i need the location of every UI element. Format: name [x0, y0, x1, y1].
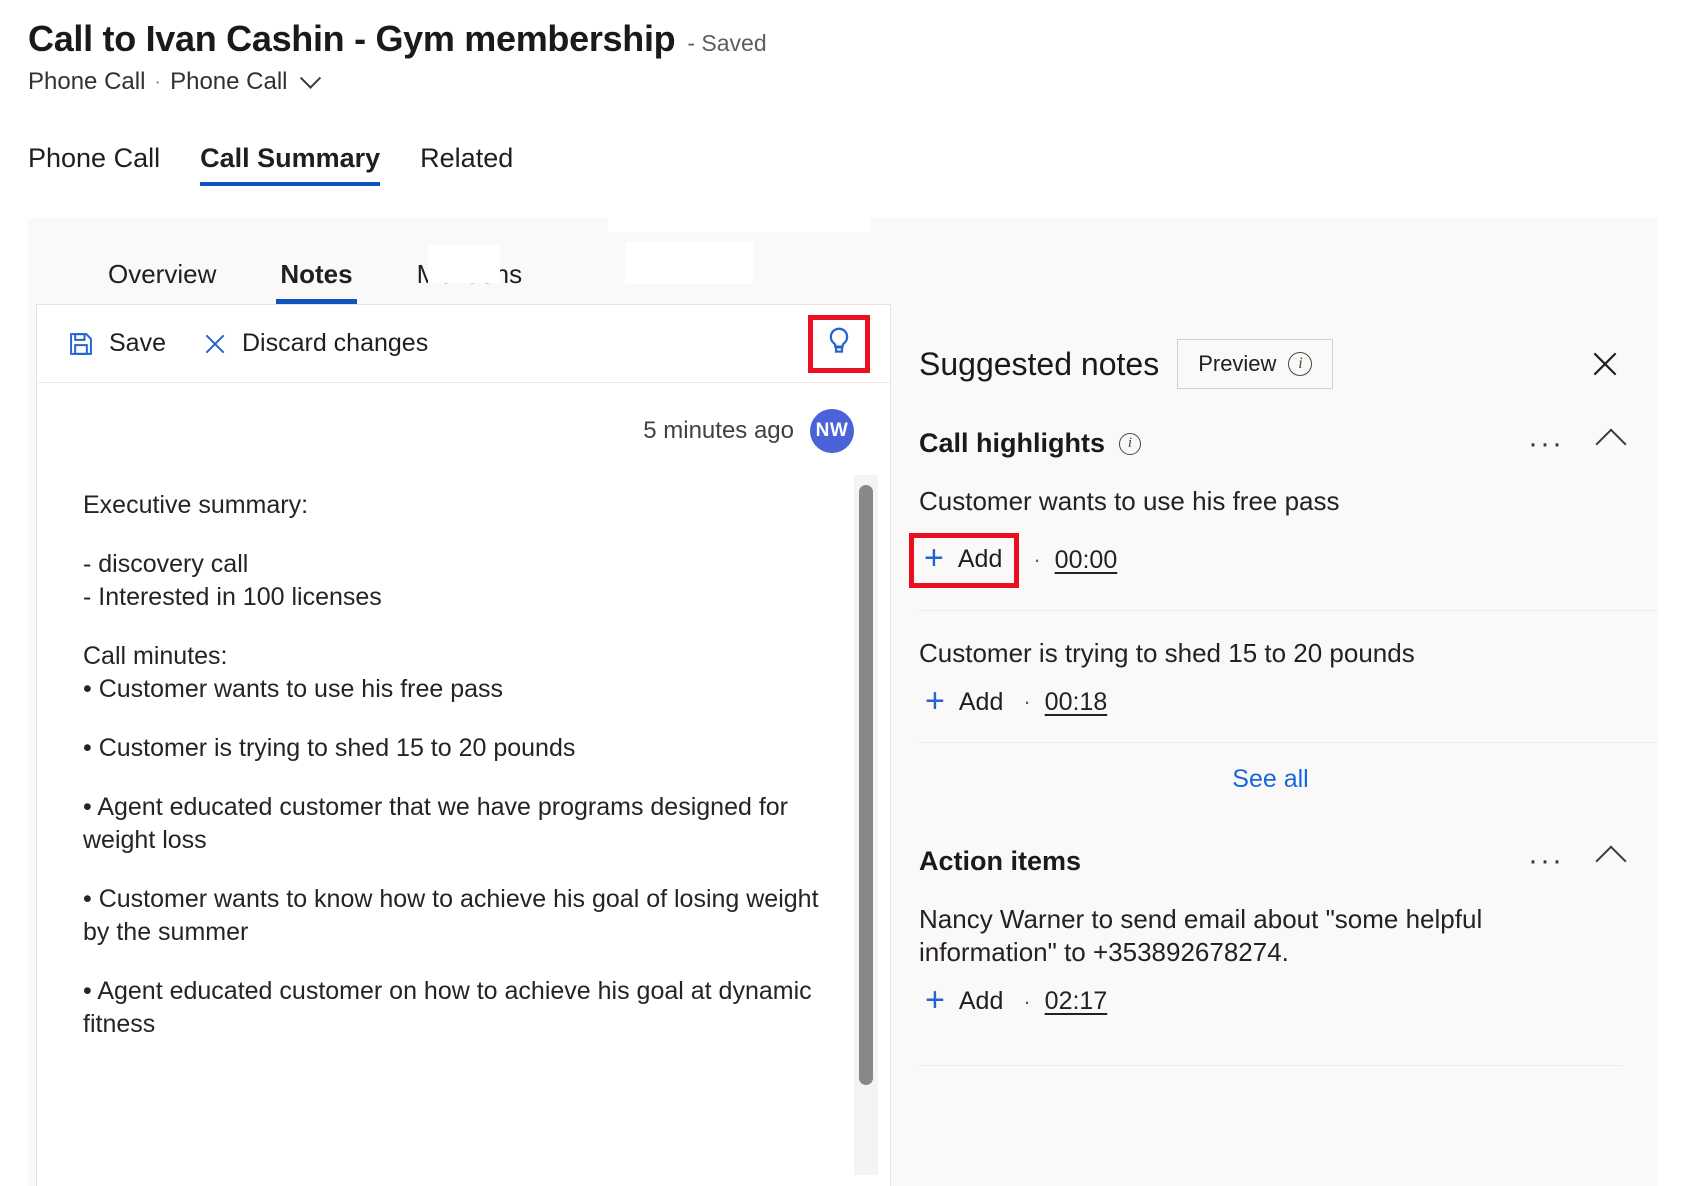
- suggestion-item: Nancy Warner to send email about "some h…: [919, 877, 1658, 1042]
- preview-badge[interactable]: Preview i: [1177, 339, 1333, 389]
- notes-scroll-area[interactable]: 5 minutes ago NW Executive summary: - di…: [37, 383, 890, 1186]
- page-title: Call to Ivan Cashin - Gym membership: [28, 18, 675, 59]
- see-all-link[interactable]: See all: [1232, 765, 1308, 794]
- plus-icon: +: [924, 541, 944, 575]
- suggested-notes-header: Suggested notes Preview i: [919, 304, 1658, 424]
- note-meta-row: 5 minutes ago NW: [37, 383, 890, 453]
- section-divider: [919, 1065, 1622, 1066]
- action-items-block: Action items ··· Nancy Warner to send em…: [919, 842, 1658, 1067]
- separator-dot: ·: [1033, 547, 1040, 573]
- redaction-mask: [428, 245, 500, 283]
- breadcrumb-entity: Phone Call: [28, 68, 145, 96]
- note-line: Call minutes:: [83, 640, 828, 673]
- add-label: Add: [959, 987, 1003, 1016]
- save-label: Save: [109, 329, 166, 358]
- breadcrumb: Phone Call · Phone Call: [28, 68, 1686, 96]
- suggestion-item: Customer wants to use his free pass + Ad…: [919, 459, 1658, 610]
- form-selector-label[interactable]: Phone Call: [170, 68, 287, 96]
- note-timestamp: 5 minutes ago: [643, 417, 794, 445]
- chevron-down-icon[interactable]: [299, 68, 320, 89]
- section-title: Call highlights: [919, 428, 1105, 459]
- section-overflow-menu-button[interactable]: ···: [1518, 846, 1574, 876]
- title-row: Call to Ivan Cashin - Gym membership - S…: [28, 18, 1686, 59]
- scrollbar-thumb[interactable]: [859, 485, 873, 1085]
- tab-call-summary[interactable]: Call Summary: [200, 143, 380, 186]
- suggested-notes-title: Suggested notes: [919, 346, 1159, 383]
- add-suggestion-button[interactable]: + Add: [919, 984, 1009, 1019]
- redaction-mask: [625, 242, 753, 284]
- notes-scrollbar[interactable]: [854, 475, 878, 1175]
- suggestion-timestamp[interactable]: 02:17: [1045, 987, 1108, 1016]
- plus-icon: +: [925, 983, 945, 1017]
- note-line: • Agent educated customer that we have p…: [83, 791, 828, 857]
- info-icon[interactable]: i: [1119, 433, 1141, 455]
- note-line: • Customer is trying to shed 15 to 20 po…: [83, 732, 828, 765]
- plus-icon: +: [925, 684, 945, 718]
- note-line: • Customer wants to use his free pass: [83, 673, 828, 706]
- add-suggestion-button[interactable]: + Add: [919, 685, 1009, 720]
- note-body-text[interactable]: Executive summary: - discovery call - In…: [37, 453, 890, 1041]
- suggestion-item: Customer is trying to shed 15 to 20 poun…: [919, 610, 1658, 742]
- suggestion-text: Nancy Warner to send email about "some h…: [919, 903, 1622, 971]
- record-header: Call to Ivan Cashin - Gym membership - S…: [0, 0, 1686, 96]
- suggestion-actions: + Add · 00:18: [919, 685, 1622, 720]
- discard-changes-button[interactable]: Discard changes: [202, 329, 428, 358]
- info-icon[interactable]: i: [1288, 352, 1312, 376]
- lightbulb-icon: [824, 326, 854, 363]
- call-summary-panel: Overview Notes Mentions Save: [28, 218, 1658, 1186]
- note-line: • Customer wants to know how to achieve …: [83, 883, 828, 949]
- suggestion-text: Customer wants to use his free pass: [919, 485, 1622, 519]
- summary-body: Save Discard changes: [36, 304, 1658, 1186]
- redaction-mask: [608, 218, 870, 232]
- note-line: • Agent educated customer on how to achi…: [83, 975, 828, 1041]
- tab-related[interactable]: Related: [420, 143, 513, 186]
- save-icon: [67, 330, 95, 358]
- separator-dot: ·: [1023, 689, 1030, 715]
- note-line: - discovery call: [83, 548, 828, 581]
- notes-command-bar: Save Discard changes: [37, 305, 890, 383]
- close-panel-button[interactable]: [1588, 347, 1622, 381]
- discard-label: Discard changes: [242, 329, 428, 358]
- suggestion-actions: + Add · 02:17: [919, 984, 1622, 1019]
- add-label: Add: [958, 545, 1002, 574]
- tab-phone-call[interactable]: Phone Call: [28, 143, 160, 186]
- suggestion-actions: + Add · 00:00: [919, 533, 1622, 588]
- tab-notes[interactable]: Notes: [248, 259, 384, 304]
- section-header-call-highlights: Call highlights i ···: [919, 428, 1658, 459]
- preview-label: Preview: [1198, 351, 1276, 377]
- see-all-row: See all: [919, 742, 1658, 820]
- note-line: - Interested in 100 licenses: [83, 581, 828, 614]
- section-header-action-items: Action items ···: [919, 846, 1658, 877]
- section-title: Action items: [919, 846, 1081, 877]
- suggested-notes-panel: Suggested notes Preview i Call highlight…: [891, 304, 1658, 1186]
- suggestion-timestamp[interactable]: 00:18: [1045, 688, 1108, 717]
- notes-editor-card: Save Discard changes: [36, 304, 891, 1186]
- add-label: Add: [959, 688, 1003, 717]
- tab-overview[interactable]: Overview: [76, 259, 248, 304]
- form-tab-strip: Phone Call Call Summary Related: [0, 128, 1686, 186]
- suggestion-text: Customer is trying to shed 15 to 20 poun…: [919, 637, 1622, 671]
- note-line: Executive summary:: [83, 489, 828, 522]
- avatar: NW: [810, 409, 854, 453]
- close-icon: [202, 331, 228, 357]
- section-overflow-menu-button[interactable]: ···: [1518, 429, 1574, 459]
- chevron-up-icon[interactable]: [1595, 846, 1626, 877]
- suggestion-timestamp[interactable]: 00:00: [1055, 546, 1118, 575]
- chevron-up-icon[interactable]: [1595, 428, 1626, 459]
- breadcrumb-separator: ·: [154, 71, 161, 94]
- save-button[interactable]: Save: [67, 329, 166, 358]
- add-suggestion-button[interactable]: + Add: [909, 533, 1019, 588]
- suggested-notes-toggle-button[interactable]: [808, 315, 870, 373]
- separator-dot: ·: [1023, 989, 1030, 1015]
- saved-status: - Saved: [687, 30, 766, 57]
